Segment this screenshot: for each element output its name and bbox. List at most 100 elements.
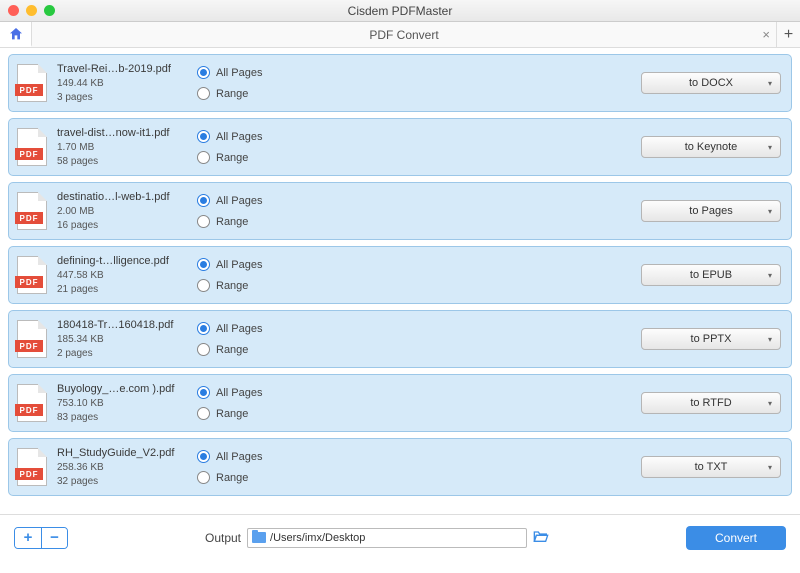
output-format-select[interactable]: to RTFD ▾ — [641, 392, 781, 414]
file-name: 180418-Tr…160418.pdf — [57, 319, 187, 331]
output-path-field[interactable]: /Users/imx/Desktop — [247, 528, 527, 548]
browse-folder-button[interactable] — [533, 529, 549, 547]
add-tab-button[interactable]: + — [776, 22, 800, 47]
output-label: Output — [205, 531, 241, 545]
all-pages-label: All Pages — [216, 195, 262, 207]
convert-button[interactable]: Convert — [686, 526, 786, 550]
pdf-file-icon: PDF — [17, 256, 47, 294]
file-meta: defining-t…lligence.pdf 447.58 KB 21 pag… — [57, 255, 187, 295]
radio-icon — [197, 471, 210, 484]
file-size: 2.00 MB — [57, 206, 187, 217]
all-pages-radio[interactable]: All Pages — [197, 130, 641, 143]
range-radio[interactable]: Range — [197, 471, 641, 484]
pdf-file-icon: PDF — [17, 448, 47, 486]
output-format-select[interactable]: to Keynote ▾ — [641, 136, 781, 158]
file-meta: travel-dist…now-it1.pdf 1.70 MB 58 pages — [57, 127, 187, 167]
tab-pdf-convert[interactable]: PDF Convert × — [32, 22, 776, 47]
chevron-down-icon: ▾ — [768, 143, 772, 152]
add-remove-group: + − — [14, 527, 68, 549]
add-file-button[interactable]: + — [15, 528, 41, 548]
range-label: Range — [216, 216, 248, 228]
radio-icon — [197, 151, 210, 164]
titlebar: Cisdem PDFMaster — [0, 0, 800, 22]
output-format-select[interactable]: to TXT ▾ — [641, 456, 781, 478]
all-pages-label: All Pages — [216, 67, 262, 79]
all-pages-label: All Pages — [216, 259, 262, 271]
all-pages-radio[interactable]: All Pages — [197, 194, 641, 207]
file-size: 185.34 KB — [57, 334, 187, 345]
chevron-down-icon: ▾ — [768, 271, 772, 280]
page-range-options: All Pages Range — [187, 322, 641, 356]
output-format-select[interactable]: to Pages ▾ — [641, 200, 781, 222]
pdf-file-icon: PDF — [17, 320, 47, 358]
pdf-file-icon: PDF — [17, 192, 47, 230]
window-title: Cisdem PDFMaster — [0, 4, 800, 18]
pdf-file-icon: PDF — [17, 384, 47, 422]
chevron-down-icon: ▾ — [768, 79, 772, 88]
radio-icon — [197, 258, 210, 271]
page-range-options: All Pages Range — [187, 130, 641, 164]
format-label: to DOCX — [689, 77, 733, 89]
chevron-down-icon: ▾ — [768, 463, 772, 472]
file-name: defining-t…lligence.pdf — [57, 255, 187, 267]
file-row[interactable]: PDF Buyology_…e.com ).pdf 753.10 KB 83 p… — [8, 374, 792, 432]
file-page-count: 32 pages — [57, 476, 187, 487]
all-pages-radio[interactable]: All Pages — [197, 258, 641, 271]
footer: + − Output /Users/imx/Desktop Convert — [0, 514, 800, 560]
file-name: travel-dist…now-it1.pdf — [57, 127, 187, 139]
format-label: to Keynote — [685, 141, 738, 153]
file-meta: Travel-Rei…b-2019.pdf 149.44 KB 3 pages — [57, 63, 187, 103]
page-range-options: All Pages Range — [187, 66, 641, 100]
file-page-count: 21 pages — [57, 284, 187, 295]
output-format-select[interactable]: to PPTX ▾ — [641, 328, 781, 350]
file-meta: destinatio…l-web-1.pdf 2.00 MB 16 pages — [57, 191, 187, 231]
page-range-options: All Pages Range — [187, 194, 641, 228]
range-radio[interactable]: Range — [197, 151, 641, 164]
tab-close-button[interactable]: × — [762, 27, 770, 42]
page-range-options: All Pages Range — [187, 258, 641, 292]
chevron-down-icon: ▾ — [768, 399, 772, 408]
file-row[interactable]: PDF destinatio…l-web-1.pdf 2.00 MB 16 pa… — [8, 182, 792, 240]
radio-icon — [197, 407, 210, 420]
file-size: 149.44 KB — [57, 78, 187, 89]
range-label: Range — [216, 472, 248, 484]
file-size: 258.36 KB — [57, 462, 187, 473]
file-meta: RH_StudyGuide_V2.pdf 258.36 KB 32 pages — [57, 447, 187, 487]
chevron-down-icon: ▾ — [768, 335, 772, 344]
home-button[interactable] — [0, 22, 32, 47]
file-name: Buyology_…e.com ).pdf — [57, 383, 187, 395]
file-row[interactable]: PDF defining-t…lligence.pdf 447.58 KB 21… — [8, 246, 792, 304]
file-page-count: 3 pages — [57, 92, 187, 103]
file-row[interactable]: PDF travel-dist…now-it1.pdf 1.70 MB 58 p… — [8, 118, 792, 176]
output-format-select[interactable]: to EPUB ▾ — [641, 264, 781, 286]
file-row[interactable]: PDF RH_StudyGuide_V2.pdf 258.36 KB 32 pa… — [8, 438, 792, 496]
radio-icon — [197, 194, 210, 207]
file-row[interactable]: PDF Travel-Rei…b-2019.pdf 149.44 KB 3 pa… — [8, 54, 792, 112]
tab-label: PDF Convert — [369, 28, 438, 42]
radio-icon — [197, 450, 210, 463]
format-label: to Pages — [689, 205, 732, 217]
all-pages-label: All Pages — [216, 387, 262, 399]
range-radio[interactable]: Range — [197, 87, 641, 100]
remove-file-button[interactable]: − — [41, 528, 67, 548]
range-radio[interactable]: Range — [197, 407, 641, 420]
file-row[interactable]: PDF 180418-Tr…160418.pdf 185.34 KB 2 pag… — [8, 310, 792, 368]
page-range-options: All Pages Range — [187, 386, 641, 420]
output-format-select[interactable]: to DOCX ▾ — [641, 72, 781, 94]
file-name: RH_StudyGuide_V2.pdf — [57, 447, 187, 459]
folder-icon — [252, 532, 266, 543]
range-radio[interactable]: Range — [197, 279, 641, 292]
radio-icon — [197, 322, 210, 335]
range-radio[interactable]: Range — [197, 343, 641, 356]
file-list: PDF Travel-Rei…b-2019.pdf 149.44 KB 3 pa… — [0, 48, 800, 514]
all-pages-radio[interactable]: All Pages — [197, 66, 641, 79]
all-pages-radio[interactable]: All Pages — [197, 322, 641, 335]
range-label: Range — [216, 280, 248, 292]
radio-icon — [197, 279, 210, 292]
pdf-file-icon: PDF — [17, 128, 47, 166]
range-label: Range — [216, 88, 248, 100]
all-pages-radio[interactable]: All Pages — [197, 450, 641, 463]
all-pages-label: All Pages — [216, 323, 262, 335]
range-radio[interactable]: Range — [197, 215, 641, 228]
all-pages-radio[interactable]: All Pages — [197, 386, 641, 399]
